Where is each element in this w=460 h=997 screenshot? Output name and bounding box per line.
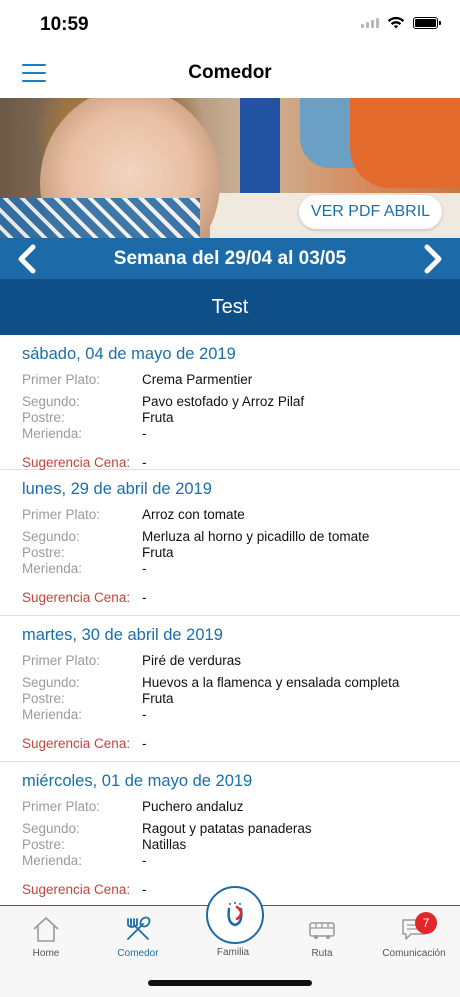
tab-comunicacion-label: Comunicación [382, 948, 446, 959]
menu-list[interactable]: sábado, 04 de mayo de 2019 Primer Plato:… [0, 335, 460, 905]
day-date: martes, 30 de abril de 2019 [22, 626, 223, 644]
day-date: miércoles, 01 de mayo de 2019 [22, 772, 253, 790]
fork-spoon-icon [127, 916, 151, 940]
day-menu-item: lunes, 29 de abril de 2019 Primer Plato:… [0, 470, 460, 616]
home-icon [33, 917, 59, 942]
home-indicator [148, 980, 312, 986]
chevron-right-icon[interactable] [418, 244, 446, 274]
notification-badge: 7 [415, 912, 437, 934]
wifi-icon [387, 16, 405, 29]
day-menu-item: sábado, 04 de mayo de 2019 Primer Plato:… [0, 335, 460, 470]
page-title: Comedor [188, 62, 272, 83]
tab-comedor[interactable]: Comedor [92, 914, 184, 959]
day-date: lunes, 29 de abril de 2019 [22, 480, 212, 498]
status-icons [361, 16, 441, 29]
tab-home-label: Home [32, 948, 60, 959]
week-navigator: Semana del 29/04 al 03/05 [0, 238, 460, 279]
day-date: sábado, 04 de mayo de 2019 [22, 345, 236, 363]
nav-bar: Comedor [0, 48, 460, 99]
day-menu-item: miércoles, 01 de mayo de 2019 Primer Pla… [22, 772, 312, 897]
week-title: Semana del 29/04 al 03/05 [113, 248, 347, 269]
family-logo-icon [227, 902, 243, 927]
status-bar: 10:59 [0, 0, 460, 48]
tab-comunicacion[interactable]: Comunicación [368, 914, 460, 959]
view-pdf-button[interactable]: VER PDF ABRIL [299, 195, 442, 229]
section-header: Test [0, 279, 460, 335]
cellular-signal-icon [361, 17, 379, 28]
status-time: 10:59 [40, 14, 89, 35]
tab-ruta-label: Ruta [311, 948, 333, 959]
battery-icon [413, 16, 441, 29]
day-menu-item: martes, 30 de abril de 2019 Primer Plato… [0, 616, 460, 762]
tab-ruta[interactable]: Ruta [276, 914, 368, 959]
bus-icon [309, 922, 335, 939]
tab-comedor-label: Comedor [117, 948, 159, 959]
tab-familia-label: Familia [216, 947, 250, 958]
tab-home[interactable]: Home [0, 914, 92, 959]
tab-familia[interactable] [206, 886, 264, 944]
